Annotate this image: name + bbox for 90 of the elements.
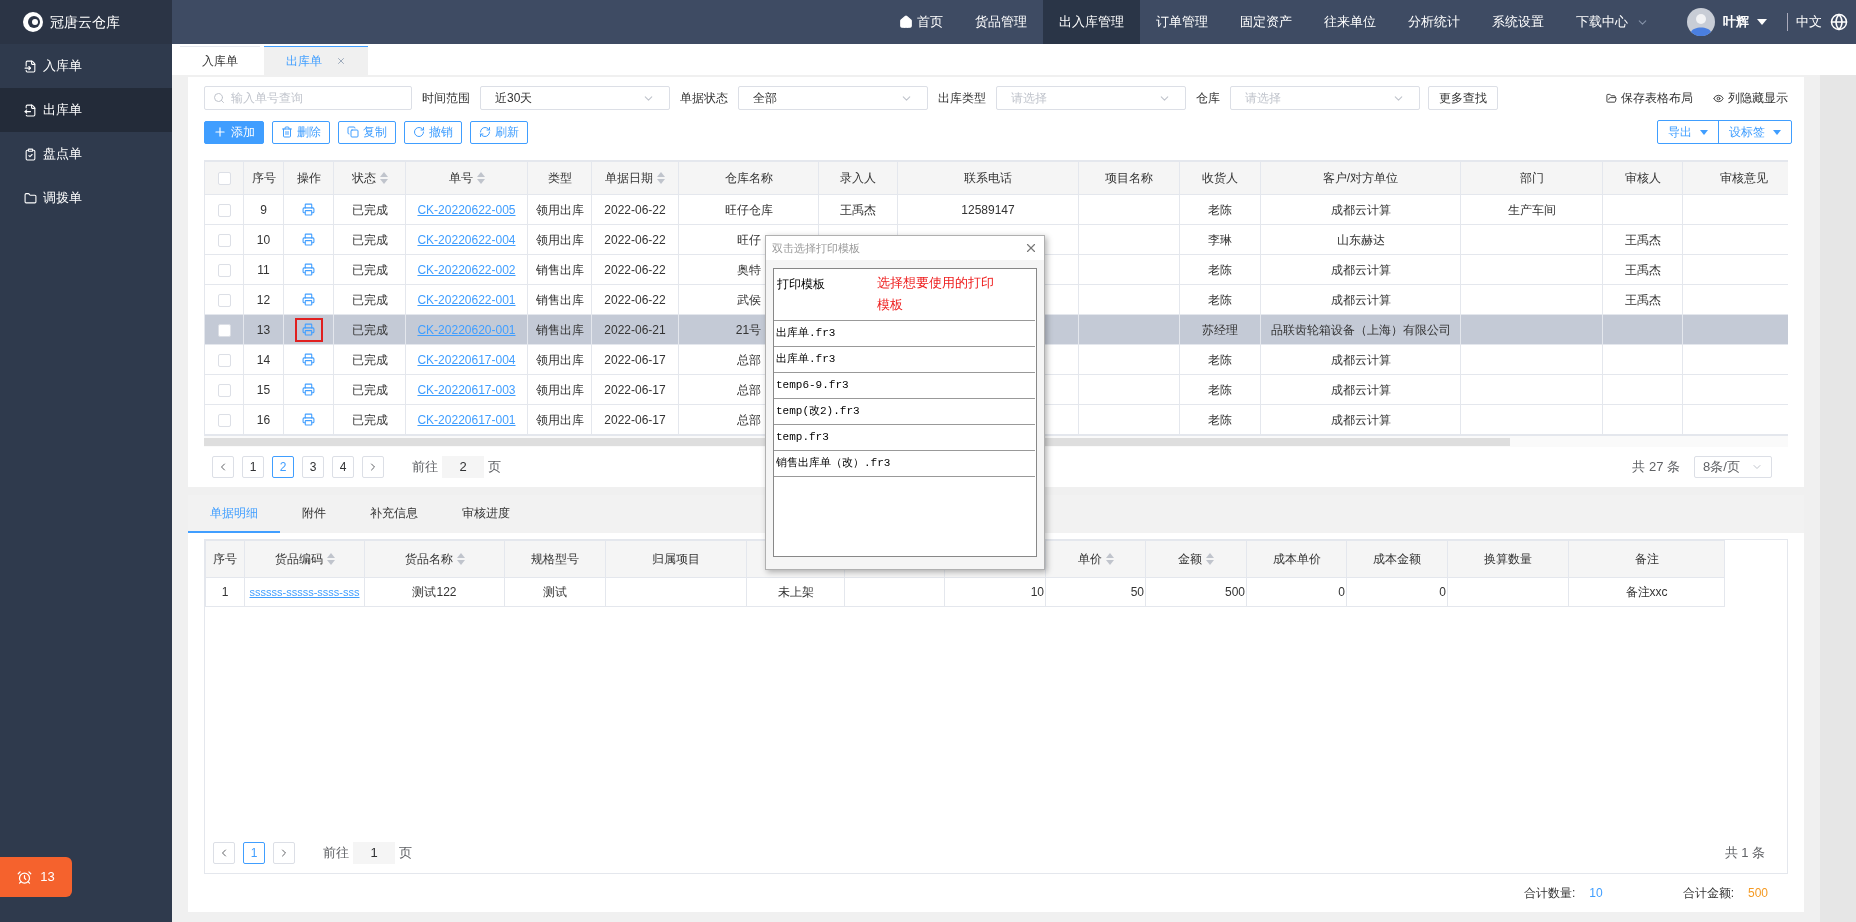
table-cell: 已完成 (351, 232, 388, 247)
table-cell: 领用出库 (535, 382, 584, 397)
table-cell: 领用出库 (535, 412, 584, 427)
table-cell: 已完成 (351, 202, 388, 217)
table-cell: 老陈 (1208, 262, 1232, 277)
table-cell: 10 (1030, 585, 1044, 599)
table-cell: 9 (260, 202, 267, 217)
filter-label: 仓库 (1196, 90, 1220, 107)
table-cell: 王禹杰 (1624, 262, 1661, 277)
table-cell: 已完成 (351, 322, 388, 337)
table-cell: 生产车间 (1507, 202, 1556, 217)
table-cell: 成都云计算 (1330, 292, 1391, 307)
table-cell: 总部 (736, 412, 761, 427)
dialog-title: 双击选择打印模板 (772, 240, 860, 256)
table-cell: 测试 (543, 585, 567, 599)
table-cell: 老陈 (1208, 202, 1232, 217)
table-cell: 12 (256, 292, 271, 307)
table-cell: 成都云计算 (1330, 202, 1391, 217)
table-cell: 未上架 (777, 585, 814, 599)
page-unit-label: 页 (488, 458, 501, 477)
table-cell: 领用出库 (535, 232, 584, 247)
table-cell: 2022-06-22 (604, 262, 666, 277)
table-cell: 老陈 (1208, 352, 1232, 367)
annotation-text: 选择想要使用的打印模板 (877, 274, 995, 314)
table-cell: 2022-06-21 (604, 322, 666, 337)
total-label: 合计金额: (1682, 885, 1734, 902)
table-cell: 武侯 (736, 292, 761, 307)
filter-label: 出库类型 (938, 90, 986, 107)
table-cell: 旺仔仓库 (724, 202, 773, 217)
table-cell: 16 (256, 412, 271, 427)
table-cell: 50 (1130, 585, 1144, 599)
table-cell: 销售出库 (535, 322, 584, 337)
table-cell: 领用出库 (535, 352, 584, 367)
table-cell: 0 (1439, 585, 1446, 599)
total-count: 共 27 条 (1632, 458, 1680, 477)
table-cell: 已完成 (351, 262, 388, 277)
table-cell: 奥特 (736, 262, 761, 277)
table-cell: 2022-06-22 (604, 232, 666, 247)
table-cell: 21号 (735, 322, 762, 337)
total-label: 合计数量: (1523, 885, 1576, 902)
table-cell: 苏经理 (1202, 322, 1238, 337)
table-cell: 销售出库 (535, 292, 584, 307)
table-cell: 500 (1224, 585, 1245, 599)
table-cell: 已完成 (351, 292, 388, 307)
table-cell: 10 (256, 232, 271, 247)
table-cell: 2022-06-17 (604, 352, 666, 367)
table-cell: 成都云计算 (1330, 352, 1391, 367)
filter-label: 单据状态 (680, 90, 728, 107)
table-cell: 王禹杰 (1624, 292, 1661, 307)
table-cell: 品联齿轮箱设备（上海）有限公司 (1270, 322, 1451, 337)
table-cell: 老陈 (1208, 412, 1232, 427)
goto-label: 前往 (323, 844, 349, 863)
page-unit-label: 页 (399, 844, 412, 863)
table-cell: 成都云计算 (1330, 382, 1391, 397)
table-cell: 成都云计算 (1330, 412, 1391, 427)
table-cell: 测试122 (412, 585, 457, 599)
table-cell: 2022-06-22 (604, 292, 666, 307)
total-value: 10 (1589, 885, 1603, 902)
table-cell: 备注xxc (1625, 585, 1668, 599)
table-cell: 12589147 (961, 202, 1015, 217)
table-cell: 李琳 (1208, 232, 1232, 247)
table-cell: 15 (256, 382, 271, 397)
goto-label: 前往 (412, 458, 438, 477)
app-name: 冠唐云仓库 (50, 12, 120, 32)
table-cell: 已完成 (351, 382, 388, 397)
table-cell: 0 (1338, 585, 1345, 599)
table-cell: 13 (256, 322, 271, 337)
table-cell: 王禹杰 (1624, 232, 1661, 247)
table-cell: 1 (221, 585, 229, 599)
table-cell: 2022-06-22 (604, 202, 666, 217)
total-value: 500 (1747, 885, 1768, 902)
total-count: 共 1 条 (1724, 844, 1765, 863)
table-cell: 已完成 (351, 352, 388, 367)
table-cell: 老陈 (1208, 382, 1232, 397)
table-cell: 领用出库 (535, 202, 584, 217)
table-cell: 2022-06-17 (604, 382, 666, 397)
table-cell: 成都云计算 (1330, 262, 1391, 277)
table-cell: 14 (256, 352, 271, 367)
table-cell: 11 (257, 262, 270, 277)
filter-label: 时间范围 (422, 90, 470, 107)
table-cell: 总部 (736, 352, 761, 367)
table-cell: 老陈 (1208, 292, 1232, 307)
table-cell: 山东赫达 (1336, 232, 1385, 247)
table-cell: 总部 (736, 382, 761, 397)
table-cell: 销售出库 (535, 262, 584, 277)
table-cell: 已完成 (351, 412, 388, 427)
table-cell: 旺仔 (736, 232, 761, 247)
table-cell: 王禹杰 (840, 202, 876, 217)
list-header: 打印模板 (777, 276, 826, 293)
table-cell: 2022-06-17 (604, 412, 666, 427)
